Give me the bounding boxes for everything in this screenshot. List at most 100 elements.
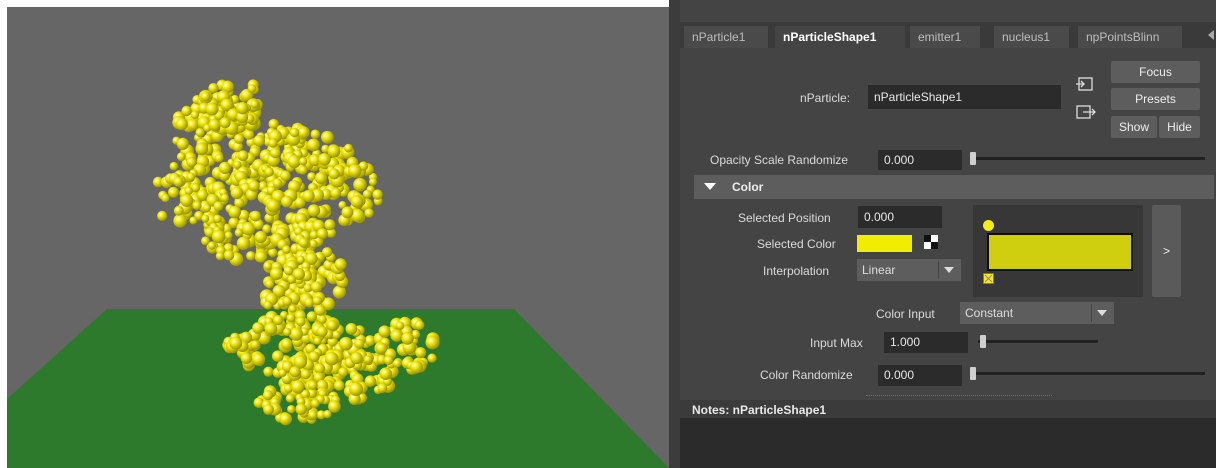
particle [409, 360, 423, 374]
ramp-top-handle-icon[interactable] [983, 220, 994, 231]
color-randomize-slider-handle[interactable] [970, 367, 976, 380]
interpolation-dropdown[interactable]: Linear [857, 259, 961, 281]
input-max-slider-handle[interactable] [980, 335, 986, 348]
particle [186, 118, 199, 131]
particle [334, 258, 347, 271]
expand-ramp-button[interactable]: > [1152, 205, 1181, 297]
particle [289, 327, 303, 341]
color-section-header[interactable]: Color [694, 175, 1214, 199]
particle [379, 367, 393, 381]
particle [323, 410, 332, 419]
presets-button[interactable]: Presets [1111, 88, 1200, 110]
show-button[interactable]: Show [1111, 116, 1157, 138]
particle [315, 171, 328, 185]
particle [425, 335, 440, 350]
input-max-field[interactable]: 1.000 [884, 332, 968, 353]
particle [264, 322, 278, 336]
particle [314, 363, 326, 374]
input-max-slider[interactable] [978, 340, 1098, 343]
tab-nparticleshape1[interactable]: nParticleShape1 [775, 26, 905, 48]
notes-text-area[interactable] [680, 418, 1216, 468]
resize-divider[interactable] [866, 395, 1052, 396]
selected-position-label: Selected Position [738, 211, 831, 225]
particle [255, 250, 268, 263]
color-randomize-slider[interactable] [970, 372, 1205, 375]
3d-viewport[interactable] [7, 7, 669, 468]
particle [234, 228, 244, 237]
tab-nppointsblinn[interactable]: npPointsBlinn [1078, 26, 1182, 48]
interpolation-label: Interpolation [763, 264, 830, 278]
particle [213, 214, 222, 223]
particle [263, 404, 274, 415]
chevron-down-icon [944, 267, 954, 273]
particle [243, 129, 255, 140]
particle [285, 393, 295, 403]
particle [189, 216, 198, 225]
particle [310, 129, 320, 139]
particle [186, 157, 197, 168]
focus-button[interactable]: Focus [1111, 61, 1200, 83]
particle [345, 323, 358, 335]
particle [311, 281, 323, 293]
particle [252, 322, 264, 334]
selected-position-field[interactable]: 0.000 [858, 206, 942, 228]
ramp-bottom-handle-icon[interactable] [983, 273, 994, 284]
color-input-dropdown[interactable]: Constant [960, 302, 1114, 324]
particle [287, 275, 297, 284]
particle [173, 176, 184, 187]
particle [288, 304, 297, 313]
panel-splitter[interactable] [669, 0, 680, 468]
particle [211, 229, 226, 244]
tab-nparticle1[interactable]: nParticle1 [684, 26, 768, 48]
particle [316, 228, 328, 240]
opacity-scale-randomize-field[interactable]: 0.000 [878, 150, 962, 170]
particle [246, 251, 256, 261]
notes-label: Notes: nParticleShape1 [692, 403, 827, 417]
particle [224, 231, 233, 240]
particle [364, 335, 376, 347]
particle [248, 180, 260, 192]
chevron-down-icon [1097, 310, 1107, 316]
color-ramp-widget[interactable] [973, 205, 1143, 297]
particle [236, 236, 251, 251]
particle [369, 177, 377, 186]
node-name-label: nParticle: [800, 91, 851, 105]
particle [281, 195, 293, 208]
color-section-title: Color [732, 180, 764, 194]
node-name-field[interactable]: nParticleShape1 [868, 85, 1061, 109]
opacity-scale-randomize-slider-handle[interactable] [970, 152, 976, 165]
particle [195, 127, 205, 138]
particle [298, 237, 309, 248]
particle [339, 336, 353, 351]
particle [283, 265, 294, 276]
particle [207, 241, 216, 250]
tab-scroll-left-icon[interactable] [1208, 30, 1214, 40]
dropdown-separator [938, 261, 939, 279]
tab-nucleus1[interactable]: nucleus1 [994, 26, 1069, 48]
particle [353, 177, 367, 192]
particle [302, 189, 315, 203]
opacity-scale-randomize-slider[interactable] [970, 157, 1205, 160]
particle [287, 154, 301, 169]
particle [173, 213, 188, 228]
input-connections-icon[interactable] [1075, 76, 1097, 94]
particle [393, 359, 402, 368]
collapse-triangle-icon[interactable] [704, 183, 716, 190]
particle [307, 204, 321, 217]
particle [169, 161, 179, 171]
color-ramp-bar[interactable] [987, 233, 1133, 271]
tab-emitter1[interactable]: emitter1 [910, 26, 980, 48]
hide-button[interactable]: Hide [1159, 116, 1200, 138]
particle [338, 367, 349, 377]
checker-map-icon[interactable] [924, 235, 938, 249]
viewport-scene[interactable] [7, 7, 669, 468]
particle [186, 172, 196, 182]
particle [307, 138, 320, 152]
output-connections-icon[interactable] [1075, 104, 1097, 122]
particle [328, 168, 340, 180]
particle [176, 152, 186, 162]
particle [334, 380, 345, 391]
interpolation-value: Linear [862, 263, 896, 277]
selected-color-swatch[interactable] [857, 235, 912, 252]
color-randomize-field[interactable]: 0.000 [878, 365, 962, 386]
